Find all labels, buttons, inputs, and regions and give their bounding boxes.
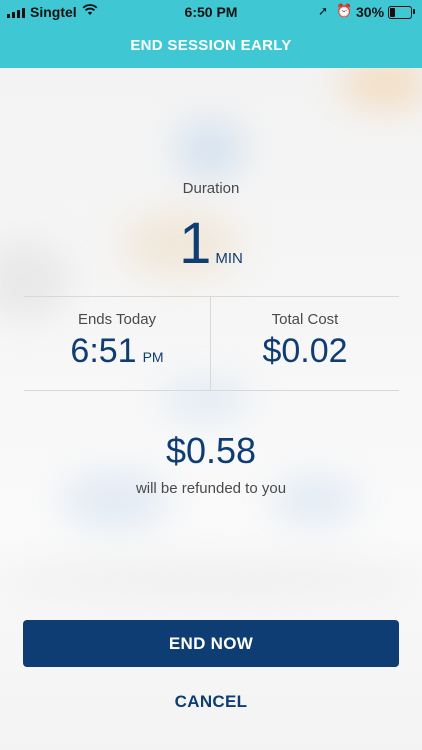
location-icon: ➚ (318, 4, 329, 18)
page-title: END SESSION EARLY (0, 24, 422, 68)
session-summary: Duration 1 MIN Ends Today 6:51 PM Total Co… (0, 68, 422, 750)
ends-ampm: PM (142, 349, 164, 365)
divider (24, 390, 399, 391)
duration-number: 1 (179, 211, 212, 276)
total-cost-section: Total Cost $0.02 (211, 296, 399, 390)
ends-today-section: Ends Today 6:51 PM (23, 296, 211, 390)
status-bar: Singtel 6:50 PM ➚ ⏰ 30% (0, 0, 422, 24)
battery-icon (388, 6, 412, 19)
ends-today-label: Ends Today (77, 311, 157, 328)
end-now-button[interactable]: END NOW (23, 620, 399, 667)
ends-time: 6:51 (70, 332, 137, 370)
refund-text: will be refunded to you (135, 480, 287, 497)
ends-time-value: 6:51 PM (23, 332, 211, 371)
duration-unit: MIN (215, 250, 243, 267)
battery-percent: 30% (356, 4, 385, 20)
alarm-icon: ⏰ (336, 3, 353, 18)
duration-value: 1 MIN (0, 210, 422, 277)
cancel-button[interactable]: CANCEL (0, 692, 422, 712)
duration-label: Duration (182, 180, 240, 197)
refund-amount: $0.58 (165, 430, 257, 471)
total-cost-value: $0.02 (262, 332, 348, 370)
total-cost-label: Total Cost (271, 311, 339, 328)
